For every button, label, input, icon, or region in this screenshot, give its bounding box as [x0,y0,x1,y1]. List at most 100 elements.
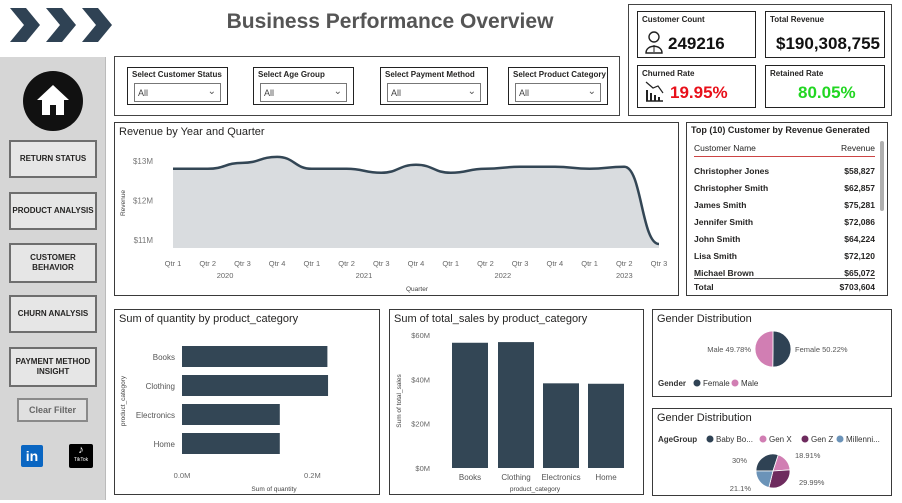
filter-customer-status[interactable]: Select Customer Status All ⌄ [127,67,228,105]
table-total-row: Total $703,604 [694,278,875,295]
legend-marker [801,435,809,443]
x-tick-label: Qtr 2 [616,259,633,268]
sales-bar [498,342,534,468]
y-tick-label: $20M [411,420,430,429]
filter-dropdown[interactable]: All ⌄ [515,83,601,102]
clear-filter-button[interactable]: Clear Filter [17,398,88,422]
kpi-panel: Customer Count 249216 Total Revenue $190… [628,4,892,116]
filter-dropdown[interactable]: All ⌄ [387,83,481,102]
x-tick-label: Qtr 1 [581,259,598,268]
customer-name-cell: Jennifer Smith [694,216,754,227]
tiktok-icon[interactable]: ♪ TikTok [69,444,93,468]
customer-name-cell: Christopher Smith [694,182,769,193]
legend-marker [759,435,767,443]
data-label: 21.1% [730,484,752,493]
filter-label: Select Age Group [258,70,325,79]
kpi-churned-rate: Churned Rate 19.95% [637,65,756,108]
quantity-chart-panel: Sum of quantity by product_category Book… [114,309,380,495]
x-tick-label: Electronics [541,473,580,482]
home-icon [37,85,69,115]
sidebar: RETURN STATUS PRODUCT ANALYSIS CUSTOMER … [0,57,106,500]
chevron-down-icon: ⌄ [333,86,342,97]
y-tick-label: Electronics [136,411,175,420]
legend-item: Gen Z [811,435,833,444]
filter-dropdown[interactable]: All ⌄ [134,83,221,102]
y-axis-label: Sum of total_sales [396,374,403,428]
x-tick-label: Qtr 2 [477,259,494,268]
table-row[interactable]: Christopher Smith $62,857 [694,179,875,196]
revenue-cell: $62,857 [844,182,875,193]
y-tick-label: $60M [411,331,430,340]
linkedin-icon[interactable]: in [21,445,43,467]
x-axis-label: product_category [510,486,561,493]
x-tick-label: Qtr 1 [304,259,321,268]
home-button[interactable] [23,71,83,131]
y-tick-label: Clothing [146,382,175,391]
table-row[interactable]: John Smith $64,224 [694,230,875,247]
y-tick-label: $40M [411,375,430,384]
revenue-cell: $72,086 [844,216,875,227]
column-header: Revenue [840,143,875,153]
year-label: 2020 [217,271,234,280]
y-axis-label: product_category [120,375,127,426]
sales-bar [543,383,579,468]
legend-title: Gender [658,379,686,388]
x-tick-label: Qtr 3 [373,259,390,268]
legend-item: Female [703,379,730,388]
data-label: 18.91% [795,451,821,460]
filter-product-category[interactable]: Select Product Category All ⌄ [508,67,608,105]
nav-product-analysis[interactable]: PRODUCT ANALYSIS [9,192,97,230]
x-tick-label: Qtr 3 [651,259,668,268]
kpi-label: Total Revenue [770,15,825,24]
x-axis-label: Sum of quantity [251,486,297,493]
x-tick-label: Qtr 4 [408,259,425,268]
filter-payment-method[interactable]: Select Payment Method All ⌄ [380,67,488,105]
table-row[interactable]: Jennifer Smith $72,086 [694,213,875,230]
legend-marker [836,435,844,443]
quantity-bar [182,346,328,367]
table-row[interactable]: Lisa Smith $72,120 [694,247,875,264]
agegroup-pie-chart: AgeGroup Baby Bo... Gen X Gen Z Millenni... 3… [658,435,880,493]
revenue-area-fill [173,156,659,248]
table-scrollbar[interactable] [880,141,884,211]
nav-payment-method-insight[interactable]: PAYMENT METHOD INSIGHT [9,347,97,387]
sales-bar-chart: $0M $20M $40M $60M Sum of total_sales Books Cl… [396,331,624,493]
revenue-cell: $72,120 [844,250,875,261]
logo-chevrons [10,8,112,42]
table-row[interactable]: James Smith $75,281 [694,196,875,213]
y-tick-label: $0M [415,464,430,473]
quantity-bar-chart: Books Clothing Electronics Home 0.0M 0.2M Sum … [120,346,329,493]
x-axis-label: Quarter [406,286,429,293]
kpi-label: Churned Rate [642,69,695,78]
customer-name-cell: Michael Brown [694,267,754,278]
x-tick-label: Qtr 2 [199,259,216,268]
nav-return-status[interactable]: RETURN STATUS [9,140,97,178]
legend-item: Gen X [769,435,792,444]
legend-marker [706,435,714,443]
revenue-chart-panel: Revenue by Year and Quarter $11M $12M $13M… [114,122,679,296]
y-axis-label: Revenue [120,190,127,216]
kpi-customer-count: Customer Count 249216 [637,11,756,58]
filter-age-group[interactable]: Select Age Group All ⌄ [253,67,354,105]
legend-title: AgeGroup [658,435,697,444]
filter-dropdown[interactable]: All ⌄ [260,83,347,102]
legend-item: Baby Bo... [716,435,753,444]
nav-churn-analysis[interactable]: CHURN ANALYSIS [9,295,97,333]
column-header: Customer Name [694,143,756,153]
filter-label: Select Payment Method [385,70,475,79]
x-tick-label: Clothing [501,473,530,482]
top-customers-panel: Top (10) Customer by Revenue Generated C… [686,122,888,296]
gender-pie-panel: Gender Distribution Male 49.78% Female 50… [652,309,892,397]
chevron-down-icon: ⌄ [587,86,596,97]
revenue-cell: $75,281 [844,199,875,210]
y-tick-label: Home [154,440,176,449]
revenue-area-chart: $11M $12M $13M Revenue Qtr 1 Qtr 2 Qtr 3 Qtr 4 Q… [120,155,668,293]
nav-customer-behavior[interactable]: CUSTOMER BEHAVIOR [9,243,97,283]
table-title: Top (10) Customer by Revenue Generated [691,125,870,135]
table-row[interactable]: Christopher Jones $58,827 [694,162,875,179]
legend-marker [731,379,739,387]
x-tick-label: Qtr 4 [547,259,564,268]
x-tick-label: 0.0M [174,471,191,480]
x-tick-label: 0.2M [304,471,321,480]
x-tick-label: Home [595,473,617,482]
